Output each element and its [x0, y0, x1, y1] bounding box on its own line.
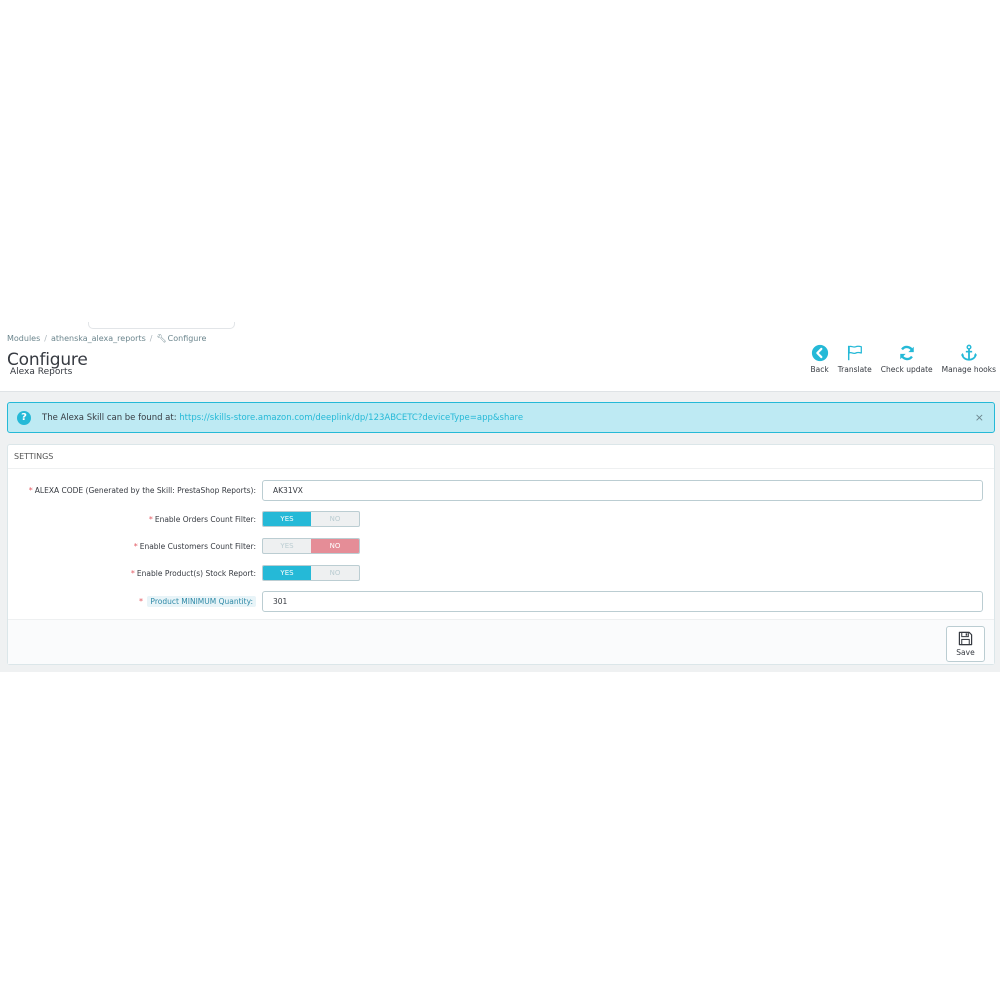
settings-panel: SETTINGS * ALEXA CODE (Generated by the S… — [7, 444, 995, 665]
check-update-label: Check update — [880, 365, 933, 374]
save-button[interactable]: Save — [946, 626, 985, 662]
orders-filter-label-text: Enable Orders Count Filter: — [154, 515, 256, 524]
stock-report-label-text: Enable Product(s) Stock Report: — [136, 569, 256, 578]
info-alert: ? The Alexa Skill can be found at: https… — [7, 402, 995, 433]
required-mark: * — [28, 486, 33, 495]
page-header: Modules / athenska_alexa_reports / 🔧︎Configu… — [0, 322, 1000, 392]
alert-text: The Alexa Skill can be found at: — [42, 413, 180, 423]
toolbar: Back Translate Check update Manage hooks — [801, 344, 996, 374]
anchor-icon — [960, 344, 977, 361]
orders-filter-switch[interactable]: YES NO — [262, 511, 360, 527]
required-mark: * — [139, 597, 144, 606]
translate-label: Translate — [837, 365, 872, 374]
question-circle-icon: ? — [17, 411, 31, 425]
alexa-code-input[interactable]: AK31VX — [262, 480, 983, 501]
admin-content-area: Modules / athenska_alexa_reports / 🔧︎Configu… — [0, 322, 1000, 672]
customers-filter-label-text: Enable Customers Count Filter: — [139, 542, 256, 551]
alexa-skill-link[interactable]: https://skills-store.amazon.com/deeplink… — [179, 413, 523, 423]
back-button[interactable]: Back — [810, 344, 829, 374]
orders-filter-label: * Enable Orders Count Filter: — [149, 515, 256, 524]
orders-filter-no[interactable]: NO — [311, 512, 359, 526]
breadcrumb-modules[interactable]: Modules — [7, 334, 40, 343]
breadcrumb-separator: / — [44, 334, 47, 343]
page-subtitle: Alexa Reports — [10, 367, 73, 377]
settings-heading: SETTINGS — [8, 445, 994, 469]
min-qty-label: * Product MINIMUM Quantity: — [139, 596, 256, 607]
arrow-circle-left-icon — [811, 344, 828, 362]
stock-report-yes[interactable]: YES — [263, 566, 311, 580]
check-update-button[interactable]: Check update — [881, 344, 933, 374]
wrench-icon: 🔧︎ — [156, 334, 167, 343]
floppy-disk-icon — [958, 631, 973, 646]
alexa-code-label: * ALEXA CODE (Generated by the Skill: Pre… — [29, 486, 256, 495]
breadcrumb-configure: Configure — [167, 334, 207, 343]
back-label: Back — [810, 365, 829, 374]
customers-filter-yes[interactable]: YES — [263, 539, 311, 553]
breadcrumb-separator: / — [149, 334, 153, 343]
alert-message: The Alexa Skill can be found at: https:/… — [42, 413, 523, 423]
orders-filter-yes[interactable]: YES — [263, 512, 311, 526]
customers-filter-switch[interactable]: YES NO — [262, 538, 360, 554]
stock-report-no[interactable]: NO — [311, 566, 359, 580]
manage-hooks-button[interactable]: Manage hooks — [942, 344, 996, 374]
header-tab-decoration — [88, 322, 235, 329]
stock-report-label: * Enable Product(s) Stock Report: — [131, 569, 256, 578]
customers-filter-label: * Enable Customers Count Filter: — [134, 542, 256, 551]
save-label: Save — [956, 648, 975, 657]
refresh-icon — [899, 345, 914, 361]
stock-report-switch[interactable]: YES NO — [262, 565, 360, 581]
translate-button[interactable]: Translate — [838, 344, 872, 374]
required-mark: * — [133, 542, 138, 551]
breadcrumb-module-name[interactable]: athenska_alexa_reports — [51, 334, 146, 343]
min-qty-input[interactable]: 301 — [262, 591, 983, 612]
breadcrumb: Modules / athenska_alexa_reports / 🔧︎Configu… — [7, 334, 206, 343]
alexa-code-label-text: ALEXA CODE (Generated by the Skill: Pres… — [34, 486, 256, 495]
required-mark: * — [130, 569, 135, 578]
flag-icon — [847, 345, 862, 361]
panel-footer: Save — [8, 619, 994, 664]
close-icon[interactable]: × — [975, 411, 984, 424]
required-mark: * — [148, 515, 153, 524]
manage-hooks-label: Manage hooks — [941, 365, 996, 374]
customers-filter-no[interactable]: NO — [311, 539, 359, 553]
min-qty-label-text[interactable]: Product MINIMUM Quantity: — [147, 596, 256, 607]
